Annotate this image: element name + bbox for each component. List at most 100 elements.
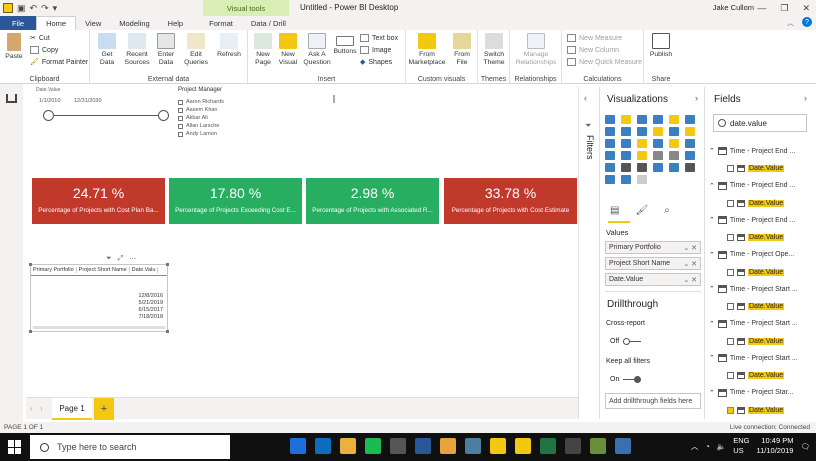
ribbon-visual-icon[interactable] [685, 127, 695, 136]
card-visual-icon[interactable] [653, 151, 663, 160]
keep-filters-toggle[interactable]: On [610, 376, 642, 383]
python-visual-visual-icon[interactable] [669, 163, 679, 172]
field-checkbox[interactable] [727, 406, 734, 414]
publish-button[interactable]: Publish [646, 33, 676, 59]
cut-button[interactable]: ✂ Cut [30, 34, 50, 43]
collapse-visualizations-icon[interactable]: › [695, 93, 698, 103]
media-icon[interactable] [590, 438, 606, 454]
area-visual-icon[interactable] [621, 127, 631, 136]
line-column-visual-icon[interactable] [653, 127, 663, 136]
report-view-icon[interactable] [6, 94, 17, 103]
expand-chevron-icon[interactable]: ⌃ [709, 147, 715, 155]
powerbi-alt-icon[interactable] [515, 438, 531, 454]
switch-theme-button[interactable]: Switch Theme [480, 33, 508, 67]
tab-help[interactable]: Help [159, 16, 192, 30]
more-visual-icon[interactable] [637, 175, 647, 184]
shapes-button[interactable]: ◆ Shapes [360, 58, 392, 67]
line-clustered-visual-icon[interactable] [669, 127, 679, 136]
get-data-button[interactable]: Get Data [94, 33, 120, 67]
scatter-visual-icon[interactable] [621, 139, 631, 148]
collapse-fields-icon[interactable]: › [804, 93, 807, 103]
text-box-button[interactable]: Text box [360, 34, 398, 42]
field-table[interactable]: ⌃ Time - Project End ... [709, 181, 795, 190]
resize-handle[interactable] [166, 263, 169, 266]
checkbox-icon[interactable] [178, 115, 183, 121]
table-visual[interactable]: Primary Portfolio Project Short Name Dat… [29, 263, 169, 333]
minimize-icon[interactable]: — [757, 3, 766, 13]
report-canvas[interactable]: Date.Value 1/1/2010 12/31/2030 Project M… [26, 87, 578, 397]
kpi-card[interactable]: 24.71 % Percentage of Projects with Cost … [32, 178, 165, 224]
r-visual-visual-icon[interactable] [653, 163, 663, 172]
manage-relationships-button[interactable]: Manage Relationships [512, 33, 560, 67]
image-button[interactable]: Image [360, 46, 391, 54]
line-visual-icon[interactable] [605, 127, 615, 136]
spotify-icon[interactable] [365, 438, 381, 454]
kpi-card[interactable]: 17.80 % Percentage of Projects Exceeding … [169, 178, 302, 224]
field-checkbox[interactable] [727, 165, 734, 172]
date-slider-end-handle[interactable] [158, 110, 169, 121]
matrix-visual-icon[interactable] [637, 163, 647, 172]
mail-icon[interactable] [315, 438, 331, 454]
gauge-visual-icon[interactable] [637, 151, 647, 160]
stacked-area-visual-icon[interactable] [637, 127, 647, 136]
tab-view[interactable]: View [76, 16, 110, 30]
filled-map-visual-icon[interactable] [605, 151, 615, 160]
resize-handle[interactable] [166, 330, 169, 333]
project-manager-slicer[interactable]: Project Manager Aaron Richards Aasem Khan… [176, 87, 296, 147]
date-slider-start-handle[interactable] [43, 110, 54, 121]
well-chevron-close-icon[interactable]: ⌄ ✕ [683, 244, 697, 252]
stacked-bar-visual-icon[interactable] [605, 115, 615, 124]
pm-slicer-scrollbar[interactable] [333, 95, 335, 103]
well-chevron-close-icon[interactable]: ⌄ ✕ [683, 276, 697, 284]
page-tab[interactable]: Page 1 [52, 398, 92, 420]
date-slicer[interactable]: Date.Value 1/1/2010 12/31/2030 [34, 87, 174, 127]
expand-chevron-icon[interactable]: ⌃ [709, 251, 715, 259]
tab-file[interactable]: File [0, 16, 37, 30]
clock[interactable]: 10:49 PM 11/10/2019 [756, 436, 793, 456]
file-explorer-icon[interactable] [340, 438, 356, 454]
help-icon[interactable]: ? [802, 17, 812, 27]
field-item[interactable]: Date.Value [727, 199, 785, 207]
field-checkbox[interactable] [727, 337, 734, 345]
focus-mode-icon[interactable]: ⤢ [118, 255, 124, 263]
fields-well-icon[interactable]: ▤ [610, 205, 619, 216]
user-name[interactable]: Jake Cullom [713, 3, 754, 12]
field-table[interactable]: ⌃ Time - Project Start ... [709, 285, 798, 293]
new-visual-button[interactable]: New Visual [276, 33, 300, 67]
expand-chevron-icon[interactable]: ⌃ [709, 216, 715, 224]
field-item[interactable]: Date.Value [727, 337, 785, 345]
value-well-item[interactable]: Project Short Name ⌄ ✕ [605, 257, 701, 270]
expand-chevron-icon[interactable]: ⌃ [709, 285, 715, 293]
new-page-button[interactable]: New Page [251, 33, 275, 67]
tab-modeling[interactable]: Modeling [110, 16, 158, 30]
network-icon[interactable]: ◔ [705, 442, 710, 451]
field-table[interactable]: ⌃ Time - Project Star... [709, 388, 793, 397]
qa-visual-icon[interactable] [621, 175, 631, 184]
decomposition-tree-visual-icon[interactable] [605, 175, 615, 184]
new-column-button[interactable]: New Column [567, 46, 619, 54]
field-checkbox[interactable] [727, 268, 734, 276]
word-icon[interactable] [415, 438, 431, 454]
pm-slicer-item[interactable]: Allan Larsche [178, 122, 224, 130]
tab-data-drill[interactable]: Data / Drill [242, 16, 295, 30]
cross-report-toggle[interactable]: Off [610, 338, 642, 345]
date-slicer-end[interactable]: 12/31/2030 [74, 98, 102, 104]
paste-button[interactable]: Paste [4, 33, 24, 61]
value-well-item[interactable]: Primary Portfolio ⌄ ✕ [605, 241, 701, 254]
enter-data-button[interactable]: Enter Data [154, 33, 178, 67]
from-file-button[interactable]: From File [448, 33, 476, 67]
pie-visual-icon[interactable] [637, 139, 647, 148]
field-table[interactable]: ⌃ Time - Project End ... [709, 147, 795, 155]
taskbar-search-box[interactable]: Type here to search [30, 435, 230, 459]
expand-filters-icon[interactable]: ‹ [584, 93, 587, 103]
region-indicator[interactable]: US [733, 446, 743, 455]
key-influencers-visual-icon[interactable] [685, 163, 695, 172]
undo-icon[interactable]: ↶ [30, 3, 38, 14]
powerbi-taskbar-icon[interactable] [490, 438, 506, 454]
onedrive-icon[interactable] [615, 438, 631, 454]
save-icon[interactable]: ▣ [17, 3, 26, 14]
tab-format[interactable]: Format [200, 16, 242, 30]
next-page-icon[interactable]: › [40, 404, 43, 413]
field-item[interactable]: Date.Value [727, 372, 785, 379]
new-quick-measure-button[interactable]: New Quick Measure [567, 58, 642, 66]
